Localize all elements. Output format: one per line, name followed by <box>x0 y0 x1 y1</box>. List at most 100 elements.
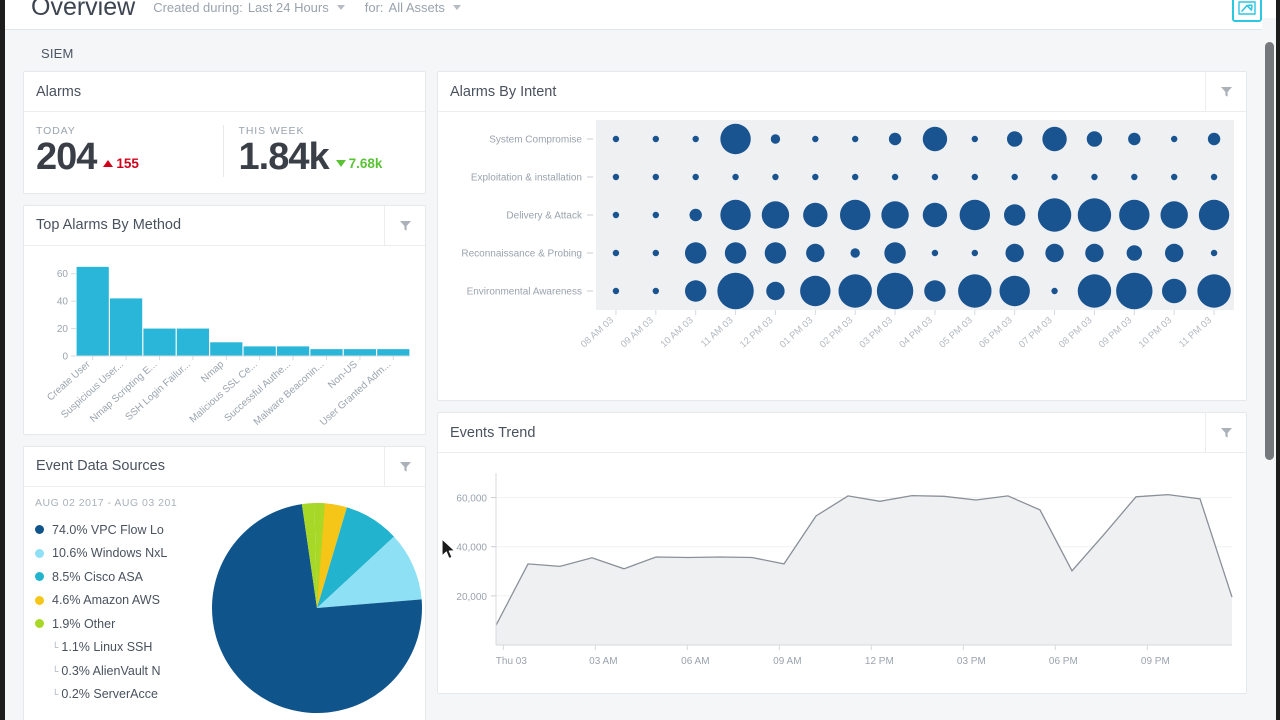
legend-color-dot <box>35 525 44 534</box>
bubble-point <box>684 280 707 302</box>
pie-legend-item[interactable]: 4.6% Amazon AWS <box>35 588 210 612</box>
event-data-sources-title: Event Data Sources <box>36 458 165 475</box>
bar-chart-bar <box>143 328 176 356</box>
bubble-point <box>838 274 872 308</box>
bubble-point <box>806 243 825 263</box>
bubble-point <box>652 211 660 219</box>
bubble-y-tick-label: Environmental Awareness <box>467 287 582 298</box>
assets-dropdown[interactable]: for: All Assets <box>365 0 461 15</box>
bubble-point <box>724 242 747 264</box>
bubble-point <box>684 242 707 264</box>
assets-value: All Assets <box>388 0 445 15</box>
bubble-x-tick-label: 08 AM 03 <box>579 315 616 350</box>
bubble-point <box>1077 274 1112 308</box>
pie-legend-item[interactable]: 8.5% Cisco ASA <box>35 565 210 589</box>
bubble-point <box>1210 249 1218 257</box>
filter-icon <box>399 220 411 231</box>
bubble-point <box>959 199 991 231</box>
top-alarms-by-method-card: Top Alarms By Method 0 20 40 60 Create User S… <box>23 204 426 435</box>
bubble-point <box>761 201 790 229</box>
bubble-point <box>1164 243 1184 263</box>
alarms-by-intent-filter-button[interactable] <box>1205 72 1246 111</box>
pie-legend-item[interactable]: 10.6% Windows NxL <box>35 541 210 565</box>
bubble-point <box>652 135 660 143</box>
bubble-x-tick-label: 03 PM 03 <box>857 315 895 350</box>
area-x-tick-label: 09 PM <box>1141 656 1170 667</box>
legend-label: 0.2% ServerAcce <box>61 687 158 701</box>
created-during-label: Created during: <box>153 0 243 15</box>
pie-legend-sub-item[interactable]: └ 0.2% ServerAcce <box>35 682 210 706</box>
bubble-point <box>1037 198 1072 232</box>
area-x-tick-label: 09 AM <box>773 656 801 667</box>
event-data-sources-filter-button[interactable] <box>384 446 425 486</box>
area-x-tick-label: 12 PM <box>865 656 894 667</box>
share-button[interactable] <box>1232 0 1262 22</box>
bubble-point <box>812 135 819 143</box>
area-chart[interactable]: 20,000 40,000 60,000 Thu 03 03 AM 06 AM 09 AM 1… <box>438 453 1246 693</box>
bar-chart[interactable]: 0204060Create UserSuspicious User...Nmap… <box>24 246 425 434</box>
bubble-point <box>1005 243 1024 263</box>
bar-chart-bar <box>210 342 243 356</box>
legend-hook-icon: └ <box>52 642 59 652</box>
bubble-point <box>1207 132 1221 146</box>
pie-legend-sub-item[interactable]: └ 0.3% AlienVault N <box>35 659 210 683</box>
legend-label: 1.1% Linux SSH <box>61 640 153 654</box>
bubble-point <box>1170 135 1178 143</box>
bubble-point <box>881 201 909 229</box>
created-during-value: Last 24 Hours <box>247 0 329 15</box>
pie-legend-range: AUG 02 2017 - AUG 03 201 <box>35 496 178 509</box>
alarms-by-intent-card: Alarms By Intent System Compromise Exploi… <box>437 71 1247 401</box>
bubble-point <box>612 249 620 257</box>
bubble-point <box>1006 131 1023 147</box>
bubble-point <box>958 274 992 308</box>
legend-color-dot <box>35 572 44 581</box>
legend-hook-icon: └ <box>52 689 59 699</box>
pie-legend: AUG 02 2017 - AUG 03 201 74.0% VPC Flow … <box>24 497 210 720</box>
bubble-chart[interactable]: System Compromise Exploitation & installa… <box>438 112 1246 400</box>
bubble-point <box>1085 243 1104 263</box>
page-title: Overview <box>31 0 136 21</box>
bubble-x-tick-label: 08 PM 03 <box>1057 315 1095 350</box>
bubble-x-tick-label: 09 PM 03 <box>1097 315 1135 350</box>
alarms-by-intent-title: Alarms By Intent <box>450 83 557 100</box>
bubble-point <box>1091 173 1098 181</box>
legend-label: 8.5% Cisco ASA <box>52 569 144 584</box>
page-left-edge <box>0 0 5 720</box>
pie-legend-sub-item[interactable]: └ 1.1% Linux SSH <box>35 635 210 659</box>
bubble-x-tick-label: 06 PM 03 <box>977 315 1015 350</box>
area-y-tick-label: 40,000 <box>456 543 487 554</box>
pie-chart[interactable] <box>210 501 425 716</box>
bubble-point <box>1003 204 1026 226</box>
bubble-point <box>891 173 899 181</box>
bubble-point <box>1170 173 1178 181</box>
kpi-this-week-delta-value: 7.68k <box>348 155 383 171</box>
events-trend-filter-button[interactable] <box>1205 413 1246 452</box>
created-during-dropdown[interactable]: Created during: Last 24 Hours <box>153 0 345 15</box>
area-y-tick-label: 60,000 <box>456 494 487 505</box>
area-x-tick-label: 06 AM <box>681 656 709 667</box>
bubble-x-tick-label: 12 PM 03 <box>738 315 776 350</box>
bubble-point <box>924 280 946 302</box>
pie-holder <box>210 497 425 720</box>
dashboard-scroll-region[interactable]: SIEM Alarms TODAY 204 155 THIS WEEK 1.84… <box>5 30 1258 720</box>
bar-chart-bar <box>343 348 376 356</box>
event-data-sources-header: Event Data Sources <box>24 446 425 487</box>
top-bar: Overview Created during: Last 24 Hours f… <box>5 0 1276 30</box>
bubble-point <box>1197 274 1231 308</box>
event-data-sources-body: AUG 02 2017 - AUG 03 201 74.0% VPC Flow … <box>24 487 425 720</box>
bar-y-tick-label: 40 <box>57 296 69 307</box>
pie-legend-items: 74.0% VPC Flow Lo 10.6% Windows NxL 8.5% C… <box>35 518 210 706</box>
bubble-y-tick-label: System Compromise <box>489 135 582 146</box>
bubble-point <box>800 275 831 307</box>
bubble-point <box>1126 245 1143 261</box>
pie-legend-item[interactable]: 74.0% VPC Flow Lo <box>35 518 210 542</box>
bubble-point <box>652 249 660 257</box>
bubble-point <box>971 135 979 143</box>
event-data-sources-card: Event Data Sources AUG 02 2017 - AUG 03 … <box>23 445 426 720</box>
top-alarms-filter-button[interactable] <box>384 205 425 245</box>
pie-legend-item[interactable]: 1.9% Other <box>35 612 210 636</box>
vertical-scrollbar-thumb[interactable] <box>1265 42 1274 460</box>
alarms-kpi-body: TODAY 204 155 THIS WEEK 1.84k 7.68k <box>24 112 425 193</box>
area-x-tick-label: 03 AM <box>589 656 617 667</box>
bubble-x-tick-label: 11 PM 03 <box>1177 315 1214 350</box>
